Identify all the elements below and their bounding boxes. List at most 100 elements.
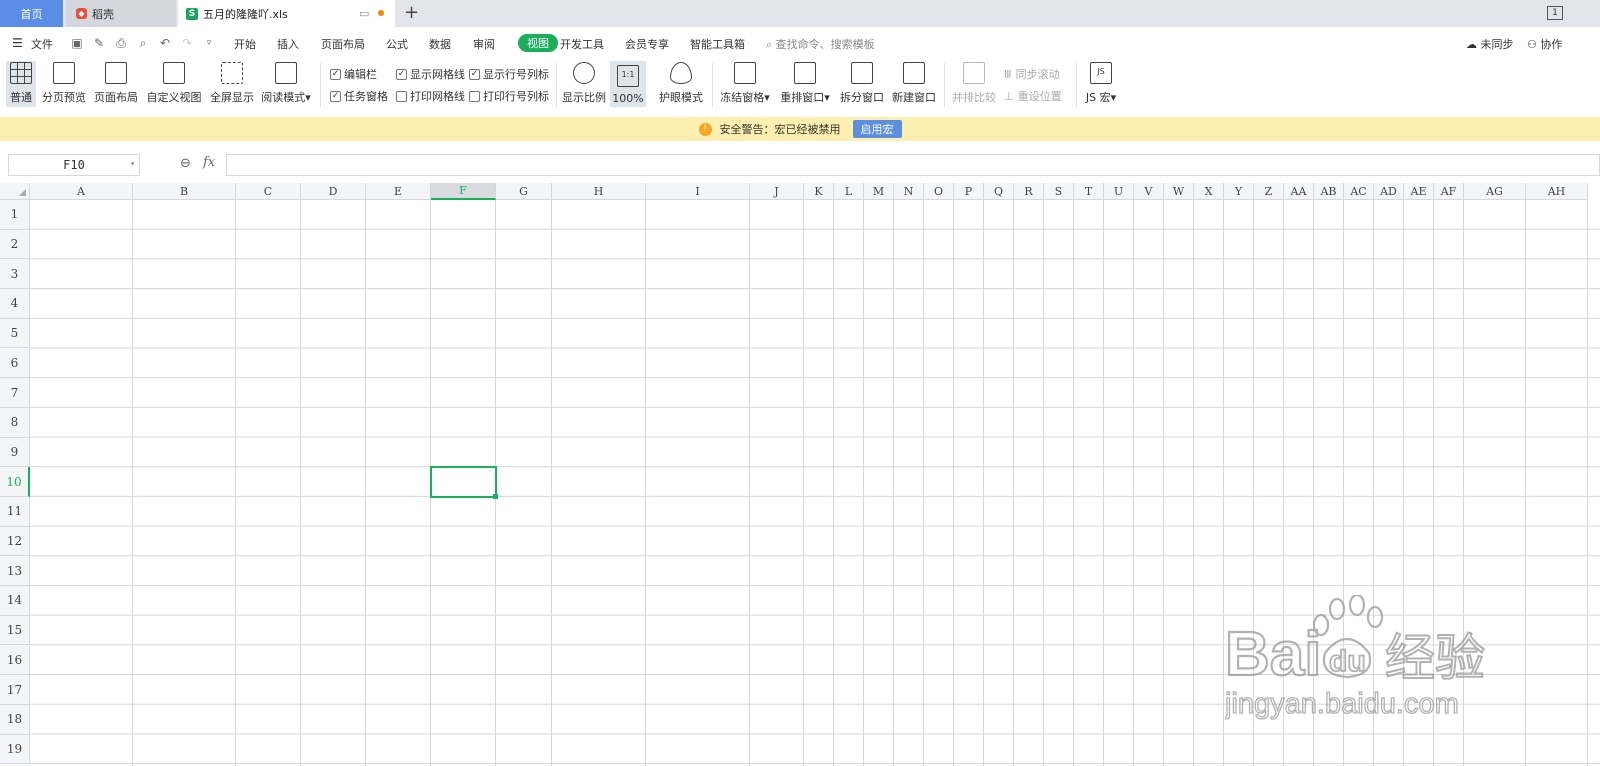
column-header-u[interactable]: U <box>1104 183 1134 200</box>
tab-home[interactable]: 首页 <box>0 0 63 27</box>
menu-item[interactable]: 审阅 <box>473 36 495 52</box>
custom-view-button[interactable]: 自定义视图 <box>146 61 202 107</box>
checkbox-task-pane[interactable]: ✓ <box>330 90 341 102</box>
row-header-11[interactable]: 11 <box>0 497 30 527</box>
column-header-q[interactable]: Q <box>984 183 1014 200</box>
column-header-h[interactable]: H <box>552 183 646 200</box>
row-header-1[interactable]: 1 <box>0 200 30 230</box>
search-box[interactable]: ⌕ 查找命令、搜索模板 <box>766 36 875 52</box>
row-header-6[interactable]: 6 <box>0 348 30 379</box>
save-icon[interactable]: ▣ <box>70 36 84 50</box>
name-box[interactable]: F10 ▾ <box>8 154 140 176</box>
column-header-ah[interactable]: AH <box>1526 183 1588 200</box>
checkbox-show-gridlines[interactable]: ✓ <box>396 68 407 80</box>
split-window-button[interactable]: 拆分窗口 <box>840 61 884 107</box>
tab-docer[interactable]: ◆ 稻壳 <box>66 0 176 27</box>
row-header-10[interactable]: 10 <box>0 467 30 497</box>
zoom-ratio-button[interactable]: 显示比例 <box>562 61 606 107</box>
page-layout-button[interactable]: 页面布局 <box>92 61 140 107</box>
active-cell-selection[interactable] <box>430 466 497 498</box>
undo-icon[interactable]: ↶ <box>158 36 172 50</box>
zoom-search-icon[interactable]: ⊖ <box>180 156 191 171</box>
menu-item[interactable]: 智能工具箱 <box>690 36 745 52</box>
new-tab-plus-icon[interactable]: + <box>404 2 419 23</box>
select-all-corner[interactable] <box>0 183 30 200</box>
freeze-panes-button[interactable]: 冻结窗格▾ <box>720 61 770 107</box>
column-header-z[interactable]: Z <box>1254 183 1284 200</box>
checkbox-print-headings[interactable] <box>469 90 480 102</box>
monitor-icon[interactable]: ▭ <box>359 7 369 20</box>
row-header-12[interactable]: 12 <box>0 526 30 557</box>
column-header-b[interactable]: B <box>133 183 236 200</box>
column-header-m[interactable]: M <box>864 183 894 200</box>
column-header-af[interactable]: AF <box>1434 183 1464 200</box>
fx-icon[interactable]: fx <box>203 155 215 170</box>
column-header-i[interactable]: I <box>646 183 750 200</box>
column-header-c[interactable]: C <box>236 183 301 200</box>
row-header-8[interactable]: 8 <box>0 407 30 438</box>
checkbox-formula-bar[interactable]: ✓ <box>330 68 341 80</box>
checkbox-show-headings[interactable]: ✓ <box>469 68 480 80</box>
menu-item[interactable]: 页面布局 <box>321 36 365 52</box>
row-header-14[interactable]: 14 <box>0 586 30 616</box>
row-header-9[interactable]: 9 <box>0 437 30 468</box>
quick-access-dropdown-icon[interactable]: ▿ <box>202 36 216 50</box>
sync-button[interactable]: ☁ 未同步 <box>1466 36 1514 52</box>
js-macro-button[interactable]: JS JS 宏▾ <box>1082 61 1120 107</box>
column-header-k[interactable]: K <box>804 183 834 200</box>
check-show-gridlines[interactable]: ✓ 显示网格线 <box>396 66 465 82</box>
enable-macro-button[interactable]: 启用宏 <box>852 120 902 138</box>
check-formula-bar[interactable]: ✓ 编辑栏 <box>330 66 377 82</box>
arrange-windows-button[interactable]: 重排窗口▾ <box>780 61 830 107</box>
column-header-d[interactable]: D <box>301 183 366 200</box>
collab-button[interactable]: ⚇ 协作 <box>1527 36 1562 52</box>
column-header-g[interactable]: G <box>496 183 552 200</box>
fill-handle[interactable] <box>493 494 498 499</box>
check-show-headings[interactable]: ✓ 显示行号列标 <box>469 66 549 82</box>
column-header-v[interactable]: V <box>1134 183 1164 200</box>
column-header-e[interactable]: E <box>366 183 431 200</box>
menu-item[interactable]: 开始 <box>234 36 256 52</box>
reset-position-button[interactable]: ⊥ 重设位置 <box>1004 88 1062 104</box>
column-header-ae[interactable]: AE <box>1404 183 1434 200</box>
column-header-a[interactable]: A <box>30 183 133 200</box>
print-icon[interactable]: ⎙ <box>114 36 128 50</box>
window-count-icon[interactable]: 1 <box>1547 6 1563 20</box>
row-header-5[interactable]: 5 <box>0 318 30 349</box>
column-header-ac[interactable]: AC <box>1344 183 1374 200</box>
check-task-pane[interactable]: ✓ 任务窗格 <box>330 88 388 104</box>
column-header-aa[interactable]: AA <box>1284 183 1314 200</box>
format-painter-icon[interactable]: ✎ <box>92 36 106 50</box>
row-header-19[interactable]: 19 <box>0 734 30 765</box>
menu-item[interactable]: 插入 <box>277 36 299 52</box>
check-print-headings[interactable]: 打印行号列标 <box>469 88 549 104</box>
page-break-preview-button[interactable]: 分页预览 <box>40 61 88 107</box>
menu-item[interactable]: 公式 <box>386 36 408 52</box>
column-header-x[interactable]: X <box>1194 183 1224 200</box>
column-header-o[interactable]: O <box>924 183 954 200</box>
column-header-s[interactable]: S <box>1044 183 1074 200</box>
row-header-16[interactable]: 16 <box>0 645 30 676</box>
hamburger-icon[interactable]: ☰ <box>12 36 23 50</box>
row-header-3[interactable]: 3 <box>0 259 30 290</box>
menu-item[interactable]: 会员专享 <box>625 36 669 52</box>
column-header-p[interactable]: P <box>954 183 984 200</box>
column-header-t[interactable]: T <box>1074 183 1104 200</box>
chevron-down-icon[interactable]: ▾ <box>130 159 135 168</box>
column-header-ab[interactable]: AB <box>1314 183 1344 200</box>
formula-input[interactable] <box>226 154 1600 176</box>
column-header-n[interactable]: N <box>894 183 924 200</box>
column-header-r[interactable]: R <box>1014 183 1044 200</box>
column-header-f[interactable]: F <box>431 183 496 200</box>
column-header-w[interactable]: W <box>1164 183 1194 200</box>
column-header-y[interactable]: Y <box>1224 183 1254 200</box>
check-print-gridlines[interactable]: 打印网格线 <box>396 88 465 104</box>
menu-view-active[interactable]: 视图 <box>518 34 558 52</box>
row-header-7[interactable]: 7 <box>0 378 30 408</box>
row-header-2[interactable]: 2 <box>0 229 30 260</box>
row-header-18[interactable]: 18 <box>0 704 30 735</box>
sync-scroll-button[interactable]: Ⅲ 同步滚动 <box>1004 66 1060 82</box>
row-header-4[interactable]: 4 <box>0 289 30 319</box>
new-window-button[interactable]: 新建窗口 <box>892 61 936 107</box>
checkbox-print-gridlines[interactable] <box>396 90 407 102</box>
